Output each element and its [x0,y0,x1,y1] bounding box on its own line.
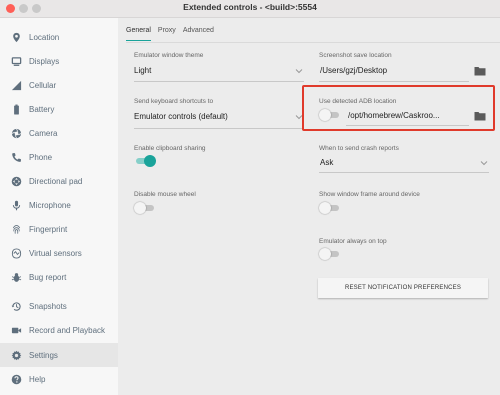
snapshots-history-icon [10,300,22,312]
sidebar-item-label: Settings [29,350,58,360]
sidebar-item-label: Directional pad [29,176,83,186]
record-video-icon [10,324,22,336]
title-bar: Extended controls - <build>:5554 [0,0,500,18]
clipboard-label: Enable clipboard sharing [134,145,206,152]
adb-highlight-box [302,85,495,131]
sidebar-item-label: Location [29,32,60,42]
help-icon [10,373,22,385]
sidebar-item-help[interactable]: Help [0,367,118,391]
sidebar-item-label: Record and Playback [29,325,106,335]
battery-icon [10,103,22,115]
sidebar-item-microphone[interactable]: Microphone [0,193,118,217]
fingerprint-icon [10,223,22,235]
sidebar-item-location[interactable]: Location [0,25,118,49]
sidebar-item-camera[interactable]: Camera [0,121,118,145]
ontop-toggle[interactable] [319,248,341,260]
shortcuts-select[interactable]: Emulator controls (default) [134,112,228,121]
theme-label: Emulator window theme [134,52,204,59]
frame-toggle[interactable] [319,202,341,214]
tab-general[interactable]: General [126,27,151,41]
crash-select[interactable]: Ask [320,158,333,167]
sidebar-item-label: Snapshots [29,301,67,311]
crash-select-underline [319,172,489,173]
display-icon [10,55,22,67]
sidebar-item-directional-pad[interactable]: Directional pad [0,169,118,193]
crash-label: When to send crash reports [319,145,399,152]
mousewheel-toggle[interactable] [134,202,156,214]
sidebar: Location Displays Cellular Battery Camer [0,18,118,395]
virtual-sensors-icon [10,247,22,259]
sidebar-item-label: Microphone [29,200,71,210]
tab-proxy[interactable]: Proxy [158,27,176,41]
screenshot-path: /Users/gzj/Desktop [320,66,388,75]
bug-icon [10,271,22,283]
shortcuts-select-underline [134,128,304,129]
microphone-icon [10,199,22,211]
sidebar-item-label: Virtual sensors [29,248,82,258]
chevron-down-icon [480,160,488,166]
sidebar-item-label: Bug report [29,272,67,282]
sidebar-item-label: Fingerprint [29,224,68,234]
sidebar-item-label: Camera [29,128,58,138]
clipboard-toggle[interactable] [134,155,156,167]
sidebar-item-label: Help [29,374,46,384]
screenshot-path-underline [319,81,469,82]
settings-panel: General Proxy Advanced [118,18,500,395]
phone-icon [10,151,22,163]
tab-divider [126,42,500,43]
screenshot-label: Screenshot save location [319,52,392,59]
sidebar-item-battery[interactable]: Battery [0,97,118,121]
sidebar-item-label: Battery [29,104,55,114]
dpad-icon [10,175,22,187]
sidebar-item-fingerprint[interactable]: Fingerprint [0,217,118,241]
gear-icon [10,349,22,361]
ontop-label: Emulator always on top [319,238,387,245]
sidebar-item-cellular[interactable]: Cellular [0,73,118,97]
mousewheel-label: Disable mouse wheel [134,191,196,198]
theme-select[interactable]: Light [134,66,151,75]
shortcuts-label: Send keyboard shortcuts to [134,98,214,105]
sidebar-item-displays[interactable]: Displays [0,49,118,73]
window-title: Extended controls - <build>:5554 [183,2,317,12]
sidebar-item-label: Cellular [29,80,57,90]
sidebar-item-record-and-playback[interactable]: Record and Playback [0,318,118,342]
sidebar-item-phone[interactable]: Phone [0,145,118,169]
sidebar-item-bug-report[interactable]: Bug report [0,265,118,289]
tab-advanced[interactable]: Advanced [183,27,214,41]
sidebar-item-snapshots[interactable]: Snapshots [0,294,118,318]
chevron-down-icon [295,68,303,74]
theme-select-underline [134,81,304,82]
folder-icon[interactable] [474,66,486,76]
sidebar-item-label: Displays [29,56,60,66]
camera-aperture-icon [10,127,22,139]
emulator-window: Extended controls - <build>:5554 Locatio… [0,0,500,395]
sidebar-item-label: Phone [29,152,53,162]
reset-notification-preferences-button[interactable]: RESET NOTIFICATION PREFERENCES [318,278,488,298]
cellular-signal-icon [10,79,22,91]
sidebar-item-virtual-sensors[interactable]: Virtual sensors [0,241,118,265]
settings-tabs: General Proxy Advanced [126,27,221,41]
sidebar-item-settings[interactable]: Settings [0,343,118,367]
location-pin-icon [10,31,22,43]
frame-label: Show window frame around device [319,191,420,198]
